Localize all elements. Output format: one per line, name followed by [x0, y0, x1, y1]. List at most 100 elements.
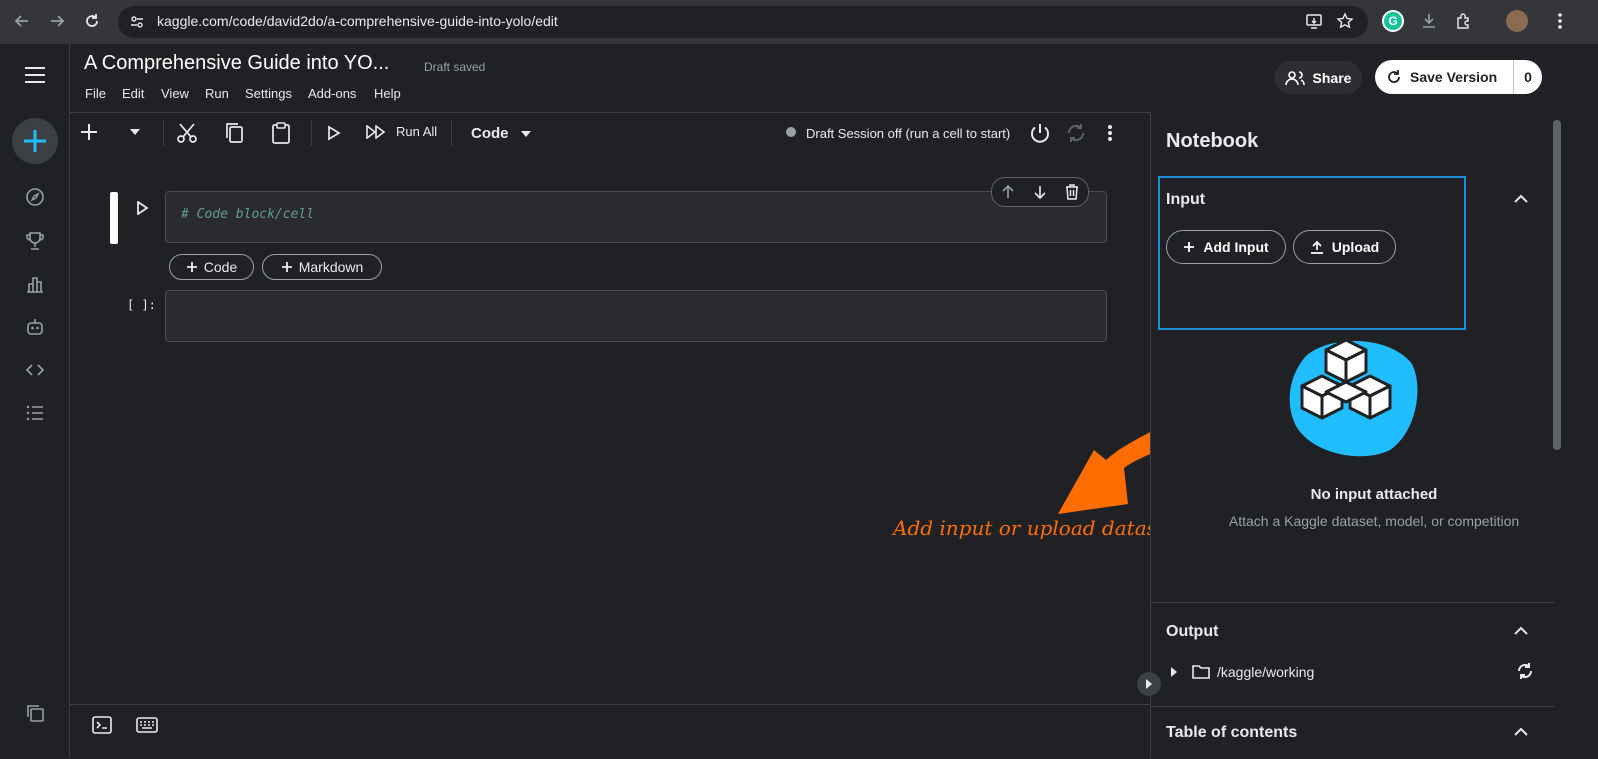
panel-scrollbar[interactable] — [1553, 120, 1561, 450]
section-divider — [1150, 706, 1554, 707]
upload-button[interactable]: Upload — [1293, 230, 1396, 264]
session-status: Draft Session off (run a cell to start) — [806, 126, 1011, 141]
plus-icon — [186, 262, 197, 272]
plus-icon — [281, 262, 292, 272]
caret-down-icon — [520, 130, 531, 137]
delete-trash-icon[interactable] — [1065, 184, 1079, 200]
toolbar-divider — [163, 120, 164, 146]
run-cell-icon[interactable] — [327, 125, 341, 141]
menu-run[interactable]: Run — [205, 86, 229, 101]
move-down-icon[interactable] — [1033, 185, 1047, 199]
collapse-input-chevron-icon[interactable] — [1514, 194, 1528, 203]
more-options-icon[interactable] — [1107, 124, 1113, 142]
url-text: kaggle.com/code/david2do/a-comprehensive… — [157, 13, 558, 29]
add-cell-icon[interactable] — [80, 122, 98, 142]
folder-icon — [1192, 664, 1210, 679]
people-icon — [1284, 70, 1305, 85]
power-icon[interactable] — [1029, 122, 1051, 144]
download-icon[interactable] — [1417, 9, 1441, 33]
table-of-contents-title: Table of contents — [1166, 724, 1298, 741]
caret-down-icon[interactable] — [130, 129, 140, 135]
toolbar-divider — [311, 120, 312, 146]
caret-right-icon — [1146, 679, 1152, 689]
share-button[interactable]: Share — [1274, 61, 1362, 94]
move-up-icon[interactable] — [1001, 185, 1015, 199]
menu-help[interactable]: Help — [374, 86, 401, 101]
restart-icon[interactable] — [1065, 122, 1087, 144]
no-input-subtitle: Attach a Kaggle dataset, model, or compe… — [1228, 513, 1520, 529]
input-section-title: Input — [1166, 191, 1206, 208]
grammarly-extension-icon[interactable]: G — [1382, 10, 1404, 32]
keyboard-shortcuts-icon[interactable] — [136, 717, 158, 733]
site-settings-icon[interactable] — [125, 10, 149, 34]
copy-icon[interactable] — [224, 122, 244, 144]
extensions-puzzle-icon[interactable] — [1452, 9, 1476, 33]
add-code-label: Code — [203, 259, 238, 275]
run-all-label: Run All — [396, 124, 438, 139]
menu-add-ons[interactable]: Add-ons — [308, 86, 356, 101]
bookmark-star-icon[interactable] — [1333, 9, 1357, 33]
plus-icon — [24, 130, 46, 152]
paste-clipboard-icon[interactable] — [271, 122, 291, 144]
back-icon[interactable] — [10, 9, 34, 33]
panel-title: Notebook — [1166, 130, 1259, 152]
compass-icon[interactable] — [25, 187, 45, 207]
cell-type-select[interactable]: Code — [471, 125, 531, 142]
cell-type-label: Code — [471, 125, 509, 142]
code-cell-2[interactable] — [165, 290, 1107, 342]
save-version-label: Save Version — [1410, 69, 1498, 85]
active-cell-indicator — [110, 192, 118, 244]
browser-menu-icon[interactable] — [1548, 9, 1572, 33]
run-cell-1-icon[interactable] — [136, 201, 149, 215]
bar-chart-icon[interactable] — [25, 274, 45, 294]
copy-window-icon[interactable] — [25, 703, 45, 723]
refresh-output-icon[interactable] — [1516, 662, 1534, 680]
code-cell-1-content[interactable]: # Code block/cell — [181, 207, 314, 222]
bottom-toolbar — [70, 704, 1150, 759]
refresh-icon — [1388, 70, 1400, 83]
add-markdown-label: Markdown — [298, 259, 364, 275]
share-label: Share — [1312, 69, 1352, 86]
robot-icon[interactable] — [25, 317, 45, 337]
save-version-button[interactable]: Save Version 0 — [1375, 60, 1542, 94]
grammarly-letter: G — [1384, 12, 1402, 30]
hamburger-menu-icon[interactable] — [24, 66, 46, 84]
fast-forward-icon — [366, 124, 386, 139]
cell-2-prompt: [ ]: — [127, 298, 156, 312]
collapse-output-chevron-icon[interactable] — [1514, 626, 1528, 635]
empty-datasets-illustration-icon — [1286, 336, 1422, 460]
menu-file[interactable]: File — [85, 86, 106, 101]
forward-icon[interactable] — [45, 9, 69, 33]
list-icon[interactable] — [25, 403, 45, 423]
code-icon[interactable] — [25, 360, 45, 380]
terminal-console-icon[interactable] — [92, 716, 112, 734]
scissors-cut-icon[interactable] — [176, 122, 198, 144]
menu-view[interactable]: View — [161, 86, 189, 101]
add-input-button[interactable]: Add Input — [1166, 230, 1286, 264]
menu-settings[interactable]: Settings — [245, 86, 292, 101]
output-section-title: Output — [1166, 623, 1219, 640]
expand-folder-caret-icon[interactable] — [1171, 667, 1177, 677]
add-markdown-cell-button[interactable]: Markdown — [262, 254, 382, 280]
collapse-panel-button[interactable] — [1137, 672, 1161, 696]
plus-icon — [1184, 242, 1195, 252]
output-folder-path[interactable]: /kaggle/working — [1217, 664, 1314, 680]
upload-icon — [1310, 240, 1323, 254]
install-app-icon[interactable] — [1302, 9, 1326, 33]
reload-icon[interactable] — [80, 9, 104, 33]
create-button[interactable] — [12, 118, 58, 164]
cell-actions-bar — [991, 177, 1089, 207]
menu-edit[interactable]: Edit — [122, 86, 144, 101]
collapse-toc-chevron-icon[interactable] — [1514, 727, 1528, 736]
session-status-dot — [786, 127, 796, 137]
notebook-title[interactable]: A Comprehensive Guide into YO... — [84, 52, 389, 75]
add-code-cell-button[interactable]: Code — [169, 254, 254, 280]
trophy-icon[interactable] — [25, 231, 45, 251]
toolbar-divider — [451, 120, 452, 146]
save-status: Draft saved — [424, 60, 486, 74]
version-count[interactable]: 0 — [1514, 69, 1542, 85]
section-divider — [1150, 602, 1554, 603]
profile-avatar[interactable] — [1506, 10, 1528, 32]
run-all-button[interactable]: Run All — [366, 124, 437, 139]
upload-label: Upload — [1331, 239, 1380, 255]
